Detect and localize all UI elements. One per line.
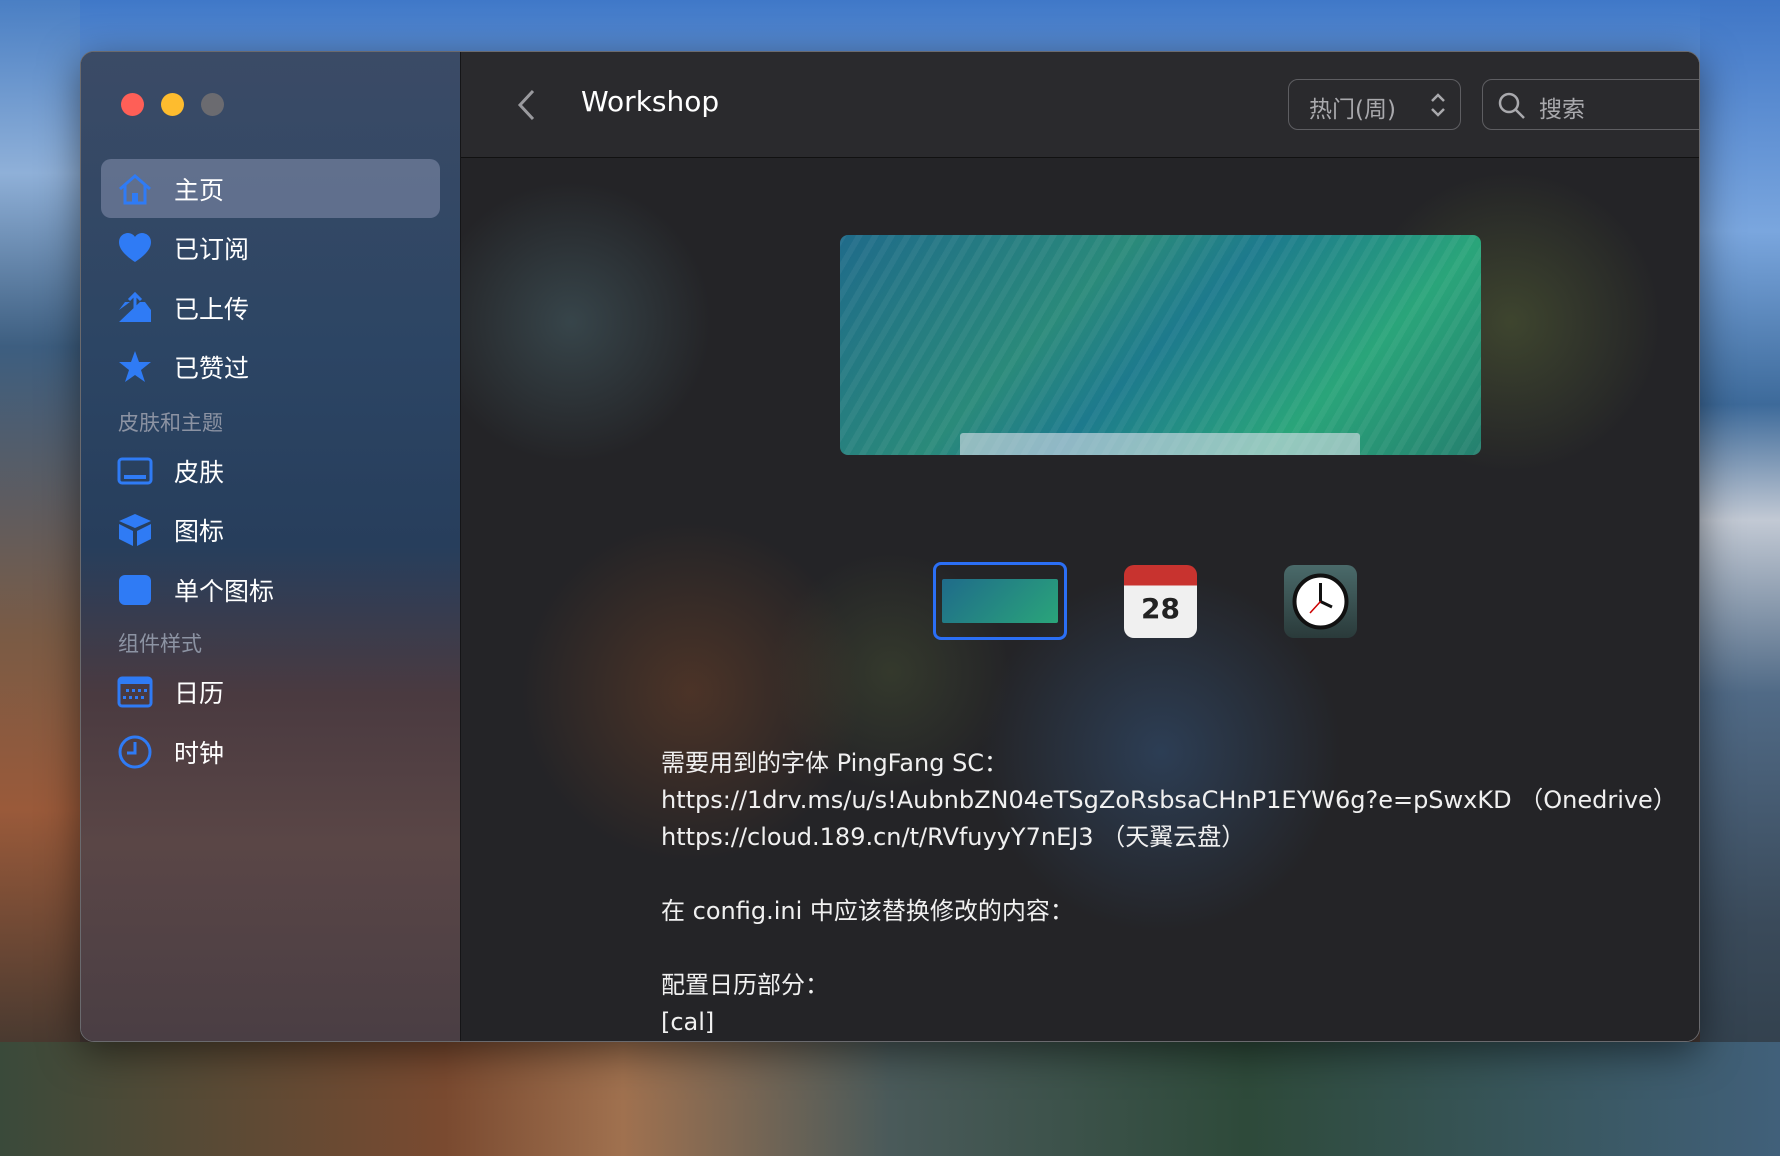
back-chevron-icon[interactable] xyxy=(513,88,543,122)
sidebar-item-label: 已订阅 xyxy=(174,234,250,264)
sidebar-item-label: 主页 xyxy=(174,175,225,205)
desc-line: 在 config.ini 中应该替换修改的内容： xyxy=(661,897,1074,925)
thumbnail-wallpaper[interactable] xyxy=(933,562,1067,640)
dock-preview xyxy=(960,433,1360,455)
cube-icon xyxy=(119,513,151,546)
cloud189-link[interactable]: https://cloud.189.cn/t/RVfuyyY7nEJ3 （天翼云… xyxy=(661,819,1677,856)
sidebar-item-label: 日历 xyxy=(174,678,225,708)
zoom-button[interactable] xyxy=(201,93,224,116)
sidebar-item-icons[interactable]: 图标 xyxy=(101,500,440,559)
thumbnail-clock-icon[interactable] xyxy=(1284,565,1357,638)
desktop-wallpaper-bottom xyxy=(0,1042,1780,1156)
search-icon xyxy=(1498,92,1525,119)
desc-line: [cal] xyxy=(661,1008,715,1036)
search-placeholder: 搜索 xyxy=(1539,97,1585,123)
page-title: Workshop xyxy=(581,85,720,118)
sidebar: 主页 已订阅 已上传 已赞过 皮肤和主题 皮肤 图标 单个图标 组件样式 日历 … xyxy=(81,52,461,1041)
house-icon xyxy=(119,173,151,204)
heart-icon xyxy=(119,232,151,262)
onedrive-link[interactable]: https://1drv.ms/u/s!AubnbZN04eTSgZoRsbsa… xyxy=(661,782,1677,819)
desktop-wallpaper xyxy=(0,0,80,1156)
desc-line: 需要用到的字体 PingFang SC： xyxy=(661,749,1009,777)
calendar-icon xyxy=(117,676,153,707)
sidebar-item-clock[interactable]: 时钟 xyxy=(101,722,440,781)
sidebar-item-calendar[interactable]: 日历 xyxy=(101,662,440,721)
skin-icon xyxy=(117,457,153,484)
upload-tray-icon xyxy=(119,291,151,322)
sort-dropdown-value: 热门(周) xyxy=(1309,97,1396,123)
sidebar-item-label: 已赞过 xyxy=(174,353,250,383)
main-content: Workshop 热门(周) 搜索 28 需要用到的字体 PingFang SC… xyxy=(461,52,1699,1041)
star-icon xyxy=(119,350,151,382)
sidebar-item-label: 时钟 xyxy=(174,738,225,768)
desktop-wallpaper-right xyxy=(1700,0,1780,1156)
sidebar-item-label: 皮肤 xyxy=(174,457,225,487)
sort-dropdown[interactable]: 热门(周) xyxy=(1288,79,1461,130)
search-input[interactable]: 搜索 xyxy=(1482,79,1699,130)
clock-face-icon xyxy=(1292,573,1349,630)
toolbar: Workshop 热门(周) 搜索 xyxy=(461,52,1699,158)
sidebar-item-skins[interactable]: 皮肤 xyxy=(101,441,440,500)
clock-icon xyxy=(118,735,152,768)
sidebar-item-liked[interactable]: 已赞过 xyxy=(101,337,440,396)
description-text: 需要用到的字体 PingFang SC： https://1drv.ms/u/s!… xyxy=(661,745,1677,1041)
sidebar-item-label: 单个图标 xyxy=(174,576,275,606)
thumbnail-calendar-icon[interactable]: 28 xyxy=(1124,565,1197,638)
app-window: 主页 已订阅 已上传 已赞过 皮肤和主题 皮肤 图标 单个图标 组件样式 日历 … xyxy=(80,51,1700,1042)
close-button[interactable] xyxy=(121,93,144,116)
desc-blank: ​ xyxy=(661,930,1677,967)
calendar-day: 28 xyxy=(1141,592,1180,625)
section-label-skins-themes: 皮肤和主题 xyxy=(118,411,223,435)
sidebar-item-uploaded[interactable]: 已上传 xyxy=(101,278,440,337)
desc-blank: ​ xyxy=(661,856,1677,893)
minimize-button[interactable] xyxy=(161,93,184,116)
preview-image xyxy=(840,235,1481,455)
sidebar-item-label: 已上传 xyxy=(174,294,250,324)
sidebar-item-home[interactable]: 主页 xyxy=(101,159,440,218)
sidebar-item-single-icon[interactable]: 单个图标 xyxy=(101,560,440,619)
square-icon xyxy=(119,574,151,605)
desc-line: 配置日历部分： xyxy=(661,971,829,999)
chevron-updown-icon xyxy=(1431,93,1445,117)
section-label-widgets: 组件样式 xyxy=(118,632,202,656)
sidebar-item-label: 图标 xyxy=(174,516,225,546)
sidebar-item-subscribed[interactable]: 已订阅 xyxy=(101,218,440,277)
